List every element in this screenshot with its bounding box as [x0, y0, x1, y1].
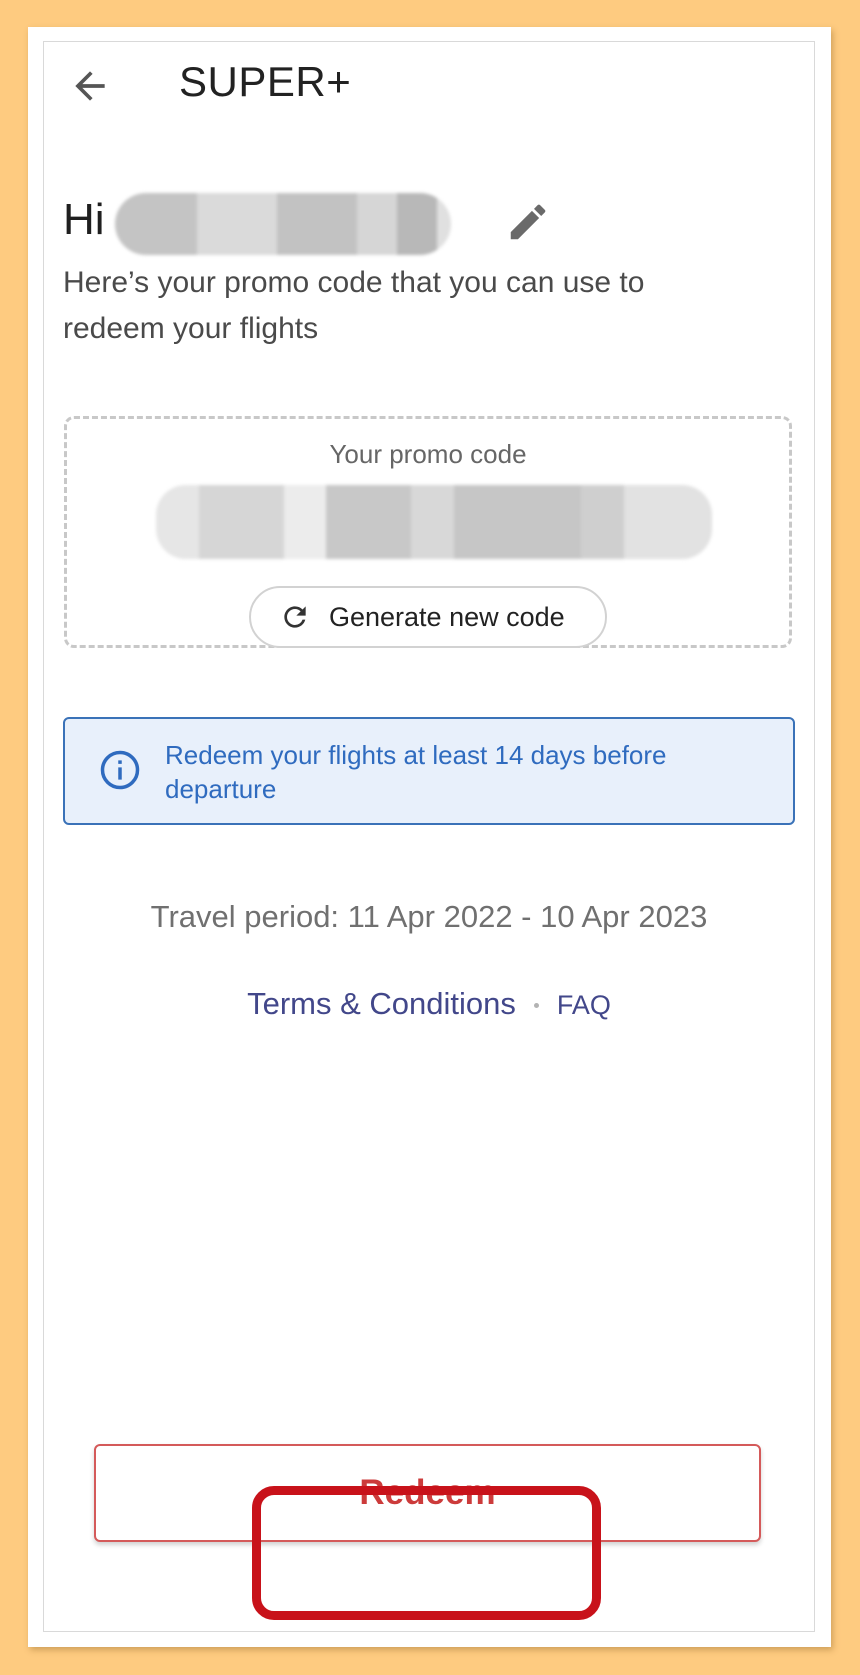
- generate-new-code-button[interactable]: Generate new code: [249, 586, 607, 648]
- redeem-label: Redeem: [359, 1473, 496, 1512]
- separator-dot: [533, 1003, 539, 1009]
- footer-links: Terms & Conditions FAQ: [44, 986, 814, 1022]
- generate-new-code-label: Generate new code: [329, 602, 565, 632]
- user-name-redacted: [115, 193, 451, 255]
- faq-link[interactable]: FAQ: [557, 990, 611, 1020]
- greeting-hi: Hi: [63, 195, 105, 244]
- pencil-icon: [510, 204, 546, 240]
- terms-conditions-link[interactable]: Terms & Conditions: [247, 986, 516, 1021]
- promo-code-box: Your promo code Generate new code: [64, 416, 792, 648]
- info-icon: [100, 750, 140, 790]
- refresh-icon: [284, 606, 306, 628]
- back-button[interactable]: [68, 64, 112, 108]
- promo-code-redacted: [156, 485, 712, 559]
- info-banner: Redeem your flights at least 14 days bef…: [63, 717, 795, 825]
- travel-period: Travel period: 11 Apr 2022 - 10 Apr 2023: [150, 899, 708, 934]
- app-screen: SUPER+ Hi Here’s your promo code that yo…: [43, 41, 815, 1632]
- edit-name-button[interactable]: [505, 199, 551, 245]
- screenshot-paper: SUPER+ Hi Here’s your promo code that yo…: [28, 27, 831, 1647]
- info-banner-text: Redeem your flights at least 14 days bef…: [165, 740, 667, 804]
- redeem-button[interactable]: Redeem: [94, 1444, 761, 1542]
- arrow-left-icon: [75, 71, 105, 101]
- page-title: SUPER+: [179, 58, 352, 105]
- promo-code-label: Your promo code: [329, 439, 527, 469]
- promo-intro-text: Here’s your promo code that you can use …: [63, 266, 645, 345]
